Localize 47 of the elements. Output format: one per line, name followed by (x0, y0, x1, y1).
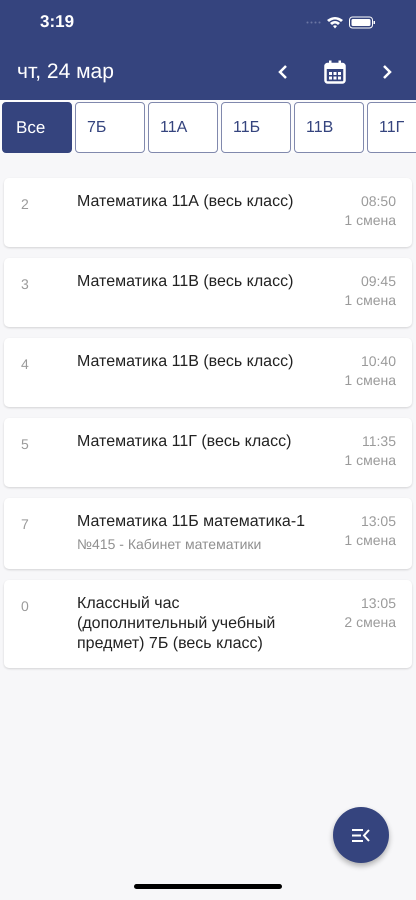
class-tab[interactable]: 11А (148, 102, 218, 153)
menu-fab[interactable] (333, 807, 389, 863)
lesson-number: 0 (21, 597, 30, 616)
lesson-time: 09:45 (360, 272, 396, 291)
lesson-title: Математика 11В (весь класс) (77, 352, 294, 372)
lesson-shift: 2 смена (344, 613, 396, 632)
lesson-title: Математика 11В (весь класс) (77, 272, 294, 292)
lesson-time: 13:05 (360, 512, 396, 531)
calendar-icon (324, 60, 346, 84)
lesson-title: Математика 11Г (весь класс) (77, 432, 292, 452)
lesson-title: Математика 11А (весь класс) (77, 192, 294, 212)
class-tab[interactable]: 11В (294, 102, 364, 153)
class-tab[interactable]: 11Г (367, 102, 416, 153)
lesson-title: Классный час (дополнительный учебный предмет) 7Б (весь класс) (77, 594, 276, 654)
lesson-time: 11:35 (362, 432, 396, 451)
lesson-number: 4 (21, 355, 30, 374)
class-tab[interactable]: 7Б (75, 102, 145, 153)
lesson-number: 5 (21, 435, 30, 454)
lesson-number: 2 (21, 195, 30, 214)
lesson-card[interactable]: 0 Классный час (дополнительный учебный предмет) 7Б (весь класс) 13:05 2 смена (4, 580, 412, 668)
lesson-number: 3 (21, 275, 30, 294)
lesson-number: 7 (21, 515, 30, 534)
lesson-shift: 1 смена (344, 371, 396, 390)
lesson-time: 08:50 (360, 192, 396, 211)
lesson-time: 13:05 (360, 594, 396, 613)
status-time: 3:19 (40, 11, 74, 34)
class-tab[interactable]: Все (2, 102, 72, 153)
lesson-shift: 1 смена (344, 451, 396, 470)
chevron-left-icon (278, 65, 288, 79)
lesson-room: №415 - Кабинет математики (77, 535, 262, 554)
lesson-time: 10:40 (360, 352, 396, 371)
signal-icon (306, 20, 321, 24)
lesson-title: Математика 11Б математика-1 (77, 512, 306, 532)
wifi-icon (327, 16, 343, 28)
menu-collapse-icon (352, 828, 370, 842)
lesson-card[interactable]: 7 Математика 11Б математика-1 №415 - Кабинет математики 13:05 1 смена (4, 498, 412, 569)
lesson-card[interactable]: 2 Математика 11А (весь класс) 08:50 1 смена (4, 178, 412, 247)
chevron-right-icon (382, 65, 392, 79)
date-title: чт, 24 мар (17, 59, 115, 86)
battery-icon (349, 16, 376, 28)
lesson-card[interactable]: 5 Математика 11Г (весь класс) 11:35 1 смена (4, 418, 412, 487)
lesson-shift: 1 смена (344, 531, 396, 550)
class-tab[interactable]: 11Б (221, 102, 291, 153)
lesson-shift: 1 смена (344, 211, 396, 230)
lesson-card[interactable]: 3 Математика 11В (весь класс) 09:45 1 смена (4, 258, 412, 327)
lesson-card[interactable]: 4 Математика 11В (весь класс) 10:40 1 смена (4, 338, 412, 407)
lesson-shift: 1 смена (344, 291, 396, 310)
